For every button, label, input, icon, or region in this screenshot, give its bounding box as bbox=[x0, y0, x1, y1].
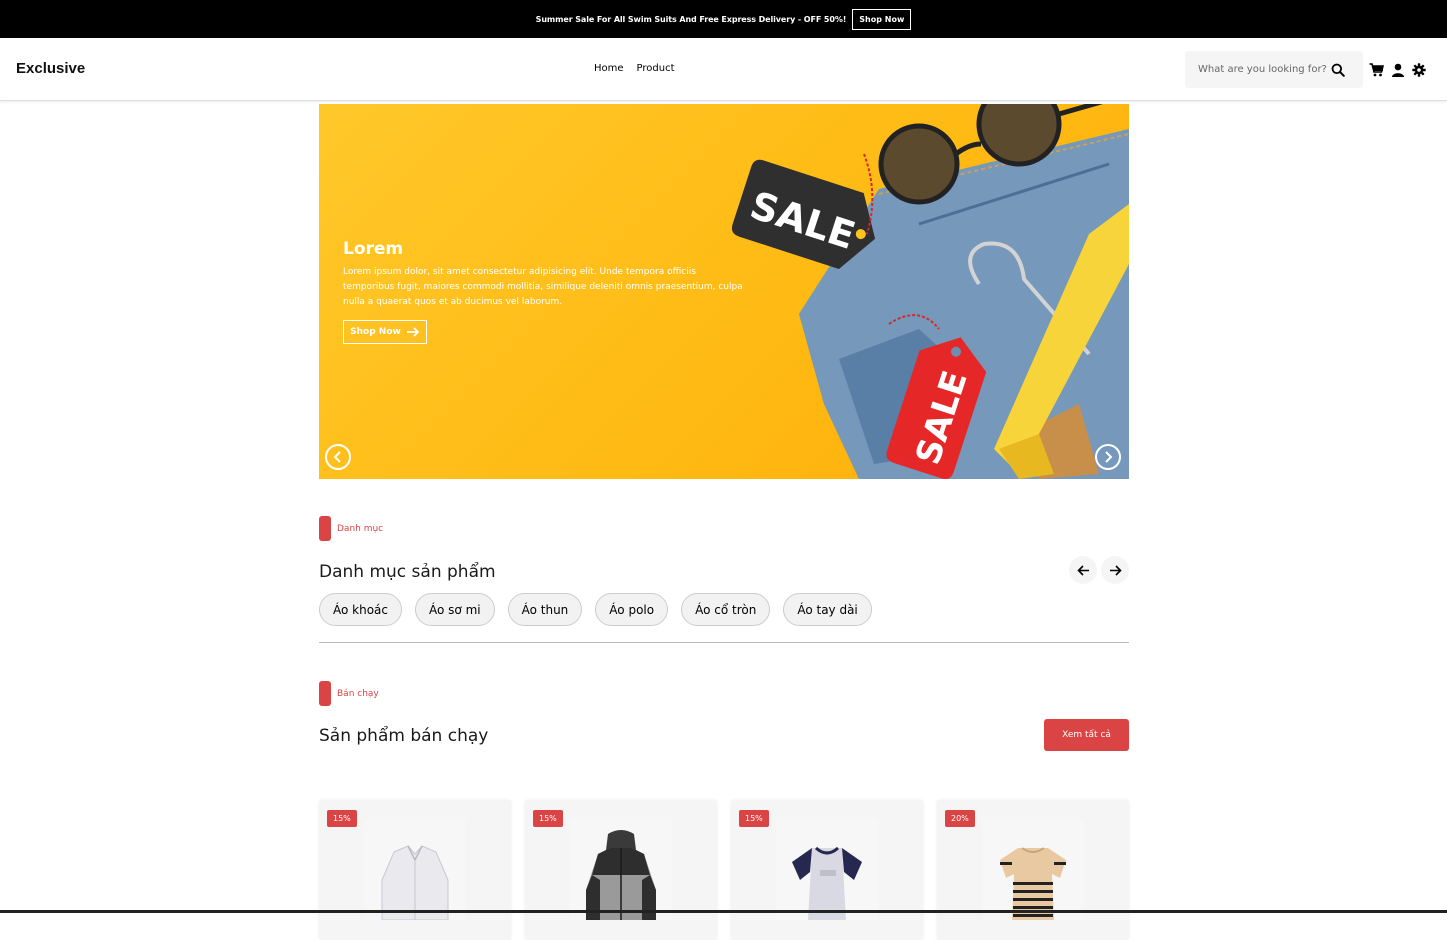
banner-shop-now-button[interactable]: Shop Now bbox=[343, 320, 427, 344]
category-chip[interactable]: Áo tay dài bbox=[783, 593, 872, 626]
logo[interactable]: Exclusive bbox=[16, 60, 85, 77]
chevron-right-icon bbox=[1105, 451, 1113, 463]
category-prev-button[interactable] bbox=[1069, 556, 1097, 584]
product-image-grey-jacket bbox=[570, 820, 672, 920]
category-next-button[interactable] bbox=[1101, 556, 1129, 584]
product-card[interactable]: 15% bbox=[731, 800, 923, 940]
category-chip[interactable]: Áo khoác bbox=[319, 593, 403, 626]
settings-icon[interactable] bbox=[1412, 62, 1426, 81]
product-list: 15% 15% 15% 20% bbox=[319, 800, 1129, 940]
view-all-button[interactable]: Xem tất cả bbox=[1044, 719, 1129, 751]
nav-home-link[interactable]: Home bbox=[594, 63, 624, 74]
product-image-white-shirt bbox=[364, 820, 466, 920]
arrow-left-icon bbox=[1076, 564, 1089, 576]
arrow-right-icon bbox=[406, 327, 420, 337]
category-tag-label: Danh mục bbox=[337, 523, 384, 534]
category-chip[interactable]: Áo sơ mi bbox=[415, 593, 495, 626]
announcement-text: Summer Sale For All Swim Suits And Free … bbox=[535, 14, 847, 24]
search-box bbox=[1185, 51, 1363, 88]
bestseller-tag-label: Bán chạy bbox=[337, 688, 379, 699]
category-chip[interactable]: Áo polo bbox=[595, 593, 669, 626]
header-icons bbox=[1369, 62, 1426, 81]
product-card[interactable]: 15% bbox=[525, 800, 717, 940]
arrow-right-icon bbox=[1109, 564, 1122, 576]
banner-title: Lorem bbox=[343, 239, 404, 259]
site-header: Exclusive Home Product bbox=[0, 38, 1447, 101]
discount-badge: 20% bbox=[945, 810, 975, 827]
discount-badge: 15% bbox=[739, 810, 769, 827]
tag-bar bbox=[319, 516, 331, 541]
category-chip[interactable]: Áo cổ tròn bbox=[681, 593, 771, 626]
category-chip[interactable]: Áo thun bbox=[507, 593, 583, 626]
product-image-raglan-tshirt bbox=[776, 820, 878, 920]
product-card[interactable]: 15% bbox=[319, 800, 511, 940]
user-icon[interactable] bbox=[1391, 62, 1405, 81]
announcement-shop-now-button[interactable]: Shop Now bbox=[852, 8, 912, 30]
bestseller-section-title: Sản phẩm bán chạy bbox=[319, 726, 489, 746]
cart-icon[interactable] bbox=[1369, 62, 1385, 81]
banner-button-label: Shop Now bbox=[350, 327, 401, 337]
chevron-left-icon bbox=[333, 451, 341, 463]
banner-description: Lorem ipsum dolor, sit amet consectetur … bbox=[343, 267, 743, 307]
bestseller-section-tag: Bán chạy bbox=[319, 681, 379, 706]
category-section-title: Danh mục sản phẩm bbox=[319, 562, 496, 582]
banner-prev-button[interactable] bbox=[325, 444, 351, 470]
section-divider bbox=[319, 642, 1129, 643]
banner-next-button[interactable] bbox=[1095, 444, 1121, 470]
hero-banner: SALE SALE Lorem Lorem ipsum dolor, sit a… bbox=[319, 104, 1129, 479]
category-section-tag: Danh mục bbox=[319, 516, 383, 541]
tag-bar bbox=[319, 681, 331, 706]
product-card[interactable]: 20% bbox=[937, 800, 1129, 940]
main-nav: Home Product bbox=[594, 63, 675, 74]
search-input[interactable] bbox=[1198, 64, 1328, 75]
product-image-striped-tshirt bbox=[982, 820, 1084, 920]
search-icon[interactable] bbox=[1331, 62, 1345, 81]
discount-badge: 15% bbox=[533, 810, 563, 827]
nav-product-link[interactable]: Product bbox=[637, 63, 675, 74]
category-chips: Áo khoác Áo sơ mi Áo thun Áo polo Áo cổ … bbox=[319, 593, 872, 626]
announcement-bar: Summer Sale For All Swim Suits And Free … bbox=[0, 0, 1447, 38]
discount-badge: 15% bbox=[327, 810, 357, 827]
